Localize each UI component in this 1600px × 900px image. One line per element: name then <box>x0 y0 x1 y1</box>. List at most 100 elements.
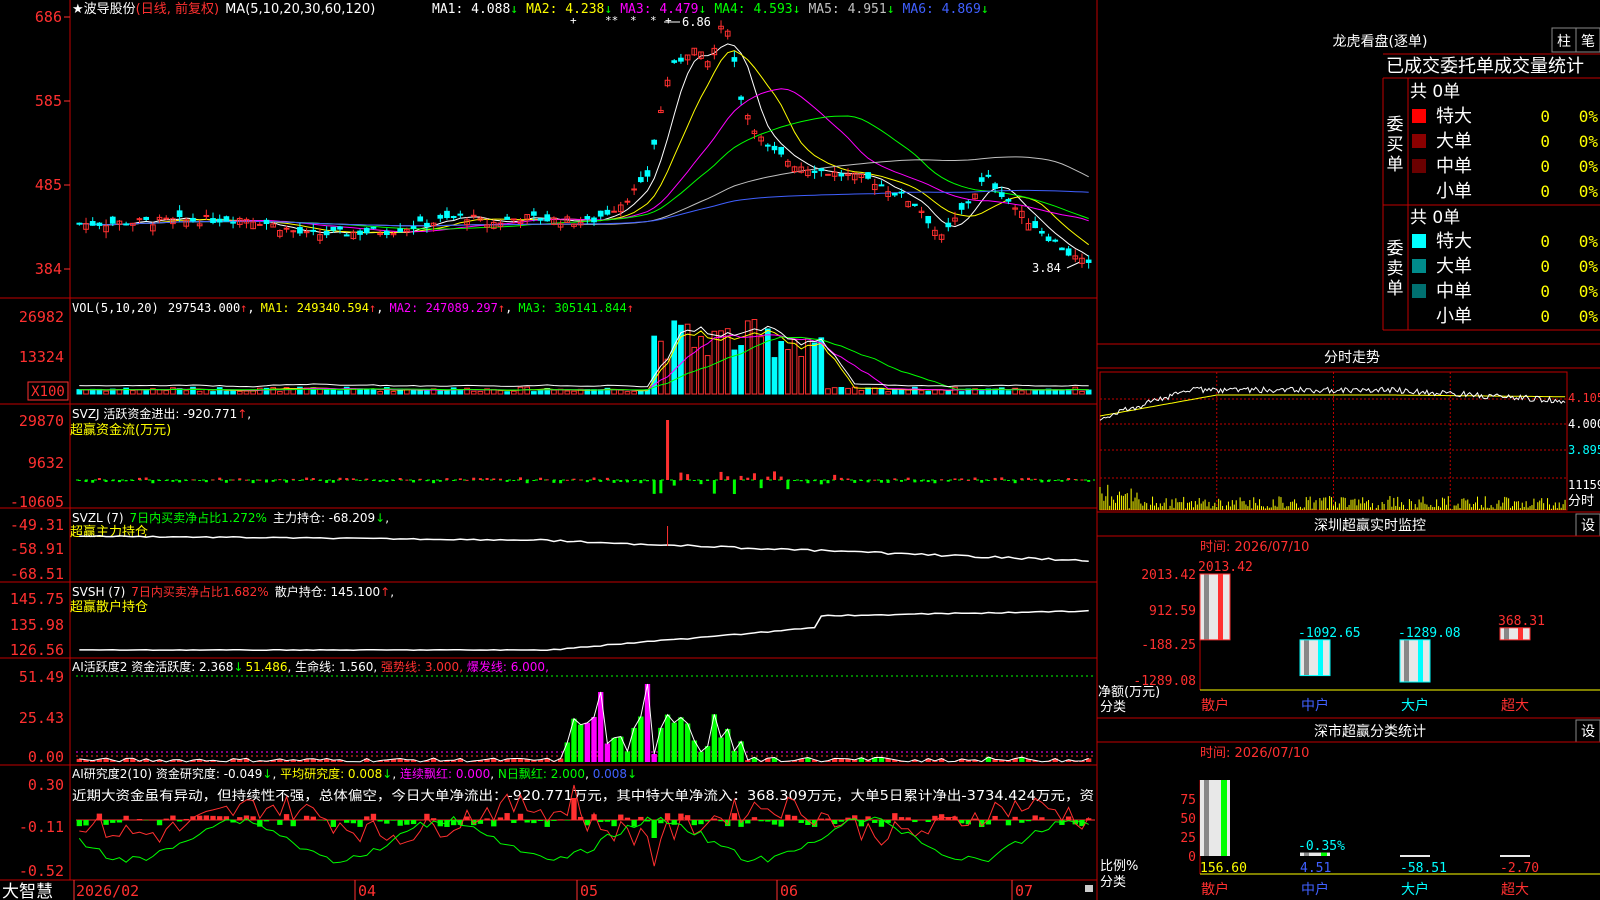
order-size-label: 特大 <box>1436 106 1472 127</box>
research-bar <box>905 817 911 820</box>
ai2-n-day-red: N日飘红: 2.000 <box>498 766 585 781</box>
volume-bar <box>671 320 678 395</box>
fund-flow-bar <box>879 480 883 483</box>
candle-body <box>1039 230 1045 234</box>
fund-flow-bar <box>385 480 389 482</box>
vol-legend-arrow: ↑ <box>240 301 247 315</box>
fund-flow-bar <box>833 474 837 480</box>
svzj-tick: -10605 <box>10 493 64 511</box>
fund-flow-bar <box>472 477 476 480</box>
fund-flow-bar <box>244 479 248 481</box>
volume-bar <box>417 390 424 395</box>
fund-flow-bar <box>512 480 516 481</box>
signal-mark-icon: * <box>650 14 657 27</box>
fund-flow-bar <box>191 479 195 481</box>
research-bar <box>531 820 537 824</box>
research-bar <box>103 820 109 825</box>
order-count: 0 <box>1540 132 1550 151</box>
fund-flow-bar <box>1020 478 1024 480</box>
ai2-comment: 近期大资金虽有异动，但持续性不强，总体偏空，今日大单净流出：-920.771万元… <box>72 788 1094 804</box>
monitor-bar <box>1199 573 1231 641</box>
research-bar <box>450 820 457 826</box>
research-bar <box>163 818 169 820</box>
candle-body <box>216 218 223 223</box>
vol-legend-arrow: ↑ <box>627 301 634 315</box>
candle-body <box>738 96 744 100</box>
lock-icon[interactable] <box>1085 885 1093 892</box>
fund-flow-bar <box>184 480 188 481</box>
ai1-tick: 25.43 <box>19 709 64 727</box>
order-color-swatch <box>1412 259 1426 273</box>
fund-flow-bar <box>158 480 162 481</box>
dragon-title: 龙虎看盘(逐单) <box>1333 33 1428 50</box>
volume-bar <box>898 389 905 395</box>
candle-body <box>544 214 551 222</box>
signal-mark-icon: + <box>570 14 577 27</box>
fund-flow-bar <box>552 480 556 483</box>
fund-flow-bar <box>285 480 289 483</box>
bar-shade <box>1204 574 1209 640</box>
fund-flow-bar <box>900 480 903 482</box>
fund-flow-bar <box>752 473 756 480</box>
fund-flow-bar <box>759 480 763 489</box>
candle-body <box>1059 247 1065 251</box>
fund-flow-bar <box>559 480 563 484</box>
research-bar <box>691 820 697 826</box>
research-bar <box>745 820 751 824</box>
research-bar <box>397 820 403 826</box>
fund-flow-bar <box>392 480 395 481</box>
research-bar <box>631 820 637 827</box>
research-bar <box>711 818 718 820</box>
fund-flow-bar <box>378 480 382 482</box>
research-bar <box>618 814 624 820</box>
research-bar <box>270 819 276 820</box>
fund-flow-bar <box>238 478 242 480</box>
fund-flow-bar <box>605 477 609 480</box>
candle-body <box>136 218 143 221</box>
candle-body <box>998 192 1005 197</box>
candle-body <box>597 210 604 217</box>
candle-body <box>878 184 885 187</box>
svg-text:AI研究度2(10) 资金研究度: -0.049↓, 平均研: AI研究度2(10) 资金研究度: -0.049↓, 平均研究度: 0.008↓… <box>72 766 637 781</box>
fund-flow-bar <box>84 480 88 482</box>
ratio-value-label: -2.70 <box>1500 861 1539 876</box>
favorite-star-icon[interactable]: ★ <box>72 2 84 17</box>
volume-bar <box>216 387 223 395</box>
ratio-value-label: -58.51 <box>1400 861 1447 876</box>
fund-flow-bar <box>164 480 168 481</box>
ratio-bar <box>1200 780 1230 856</box>
stock-terminal: 686 585 485 384 ★波导股份(日线, 前复权) MA(5,10,20… <box>0 0 1600 900</box>
candle-body <box>223 216 230 222</box>
candle-body <box>76 222 83 225</box>
date-tick: 05 <box>580 882 598 900</box>
svzl-subtitle: 超赢主力持仓 <box>70 524 148 540</box>
vol-legend-arrow: ↑ <box>498 301 505 315</box>
fund-flow-bar <box>672 480 676 486</box>
intraday-price-tick: 4.000 <box>1568 417 1600 431</box>
order-count: 0 <box>1540 182 1550 201</box>
research-bar <box>357 820 363 827</box>
fund-flow-bar <box>117 480 121 483</box>
research-bar <box>250 816 256 820</box>
ma-legend-arrow: ↓ <box>510 2 518 17</box>
research-bar <box>818 818 824 820</box>
fund-flow-bar <box>77 480 81 481</box>
activity-bar <box>598 692 604 762</box>
fund-flow-bar <box>719 471 723 480</box>
research-bar <box>1012 816 1018 820</box>
order-size-label: 中单 <box>1436 281 1472 302</box>
bar-edge <box>1318 639 1323 676</box>
ratio-category: 大户 <box>1401 881 1429 898</box>
bar-shade <box>1404 639 1409 682</box>
fund-flow-bar <box>793 480 797 481</box>
fund-flow-bar <box>124 480 128 482</box>
volume-bar <box>223 390 230 395</box>
volume-bar <box>537 389 544 395</box>
research-bar <box>972 818 978 820</box>
research-bar <box>290 820 296 827</box>
svzj-tick: 9632 <box>28 454 64 472</box>
side-label-char: 委 <box>1387 239 1404 259</box>
monitor-category: 散户 <box>1201 697 1229 714</box>
svsh-arrow: ↑ <box>380 585 390 599</box>
price-tick: 585 <box>35 92 62 110</box>
